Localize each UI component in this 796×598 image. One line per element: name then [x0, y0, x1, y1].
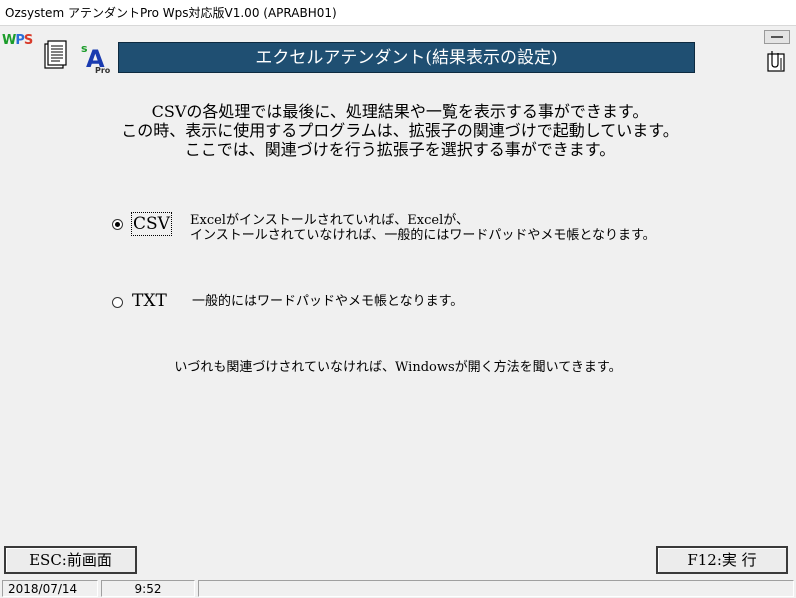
description-line: この時、表示に使用するプログラムは、拡張子の関連づけで起動しています。: [121, 121, 679, 140]
esc-back-button[interactable]: ESC:前画面: [4, 546, 137, 574]
status-time: 9:52: [101, 580, 195, 597]
description-line: CSVの各処理では最後に、処理結果や一覧を表示する事ができます。: [151, 102, 649, 121]
radio-csv[interactable]: [112, 219, 123, 230]
main-client-area: WPS s A Pro エクセルアテンダント(結果表示の設定) CSVの各処理で…: [0, 26, 796, 598]
f12-execute-button[interactable]: F12:実 行: [656, 546, 788, 574]
status-date: 2018/07/14: [2, 580, 98, 597]
svg-text:Pro: Pro: [95, 66, 111, 74]
description-text: CSVの各処理では最後に、処理結果や一覧を表示する事ができます。 この時、表示に…: [60, 102, 740, 159]
document-icon: [44, 40, 67, 69]
association-note: いづれも関連づけされていなければ、Windowsが開く方法を聞いてきます。: [174, 360, 622, 375]
description-line: ここでは、関連づけを行う拡張子を選択する事ができます。: [184, 140, 616, 159]
screen-title-banner: エクセルアテンダント(結果表示の設定): [118, 42, 695, 73]
clipboard-icon[interactable]: [764, 48, 790, 72]
radio-txt[interactable]: [112, 297, 123, 308]
minimize-icon[interactable]: [764, 30, 790, 44]
status-bar: 2018/07/14 9:52: [0, 579, 796, 598]
wps-logo: WPS: [2, 33, 33, 48]
option-csv-label[interactable]: CSV: [131, 212, 172, 236]
option-csv-description: Excelがインストールされていれば、Excelが、 インストールされていなけれ…: [190, 213, 656, 243]
option-txt-description: 一般的にはワードパッドやメモ帳となります。: [192, 294, 464, 309]
sa-pro-logo: s A Pro: [81, 42, 111, 74]
option-txt-label[interactable]: TXT: [131, 290, 168, 312]
status-panel: [198, 580, 794, 597]
option-csv[interactable]: CSV: [112, 212, 172, 236]
option-txt[interactable]: TXT: [112, 290, 168, 312]
window-title: Ozsystem アテンダントPro Wps対応版V1.00 (APRABH01…: [0, 0, 796, 26]
